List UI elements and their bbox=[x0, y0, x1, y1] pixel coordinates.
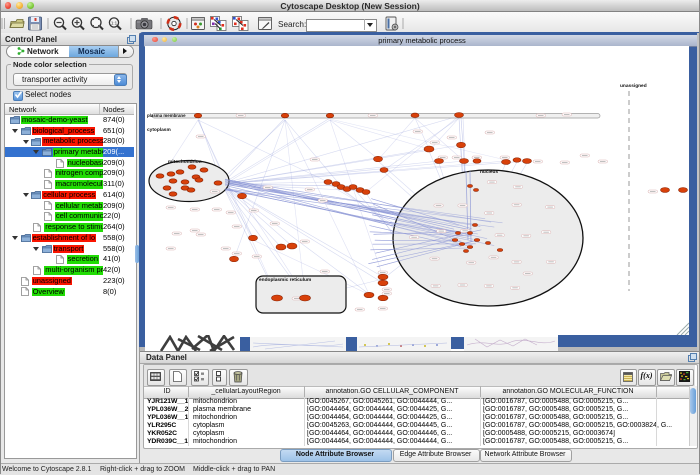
svg-text:unassigned: unassigned bbox=[620, 83, 647, 89]
svg-text:mitochondrion: mitochondrion bbox=[168, 159, 202, 165]
svg-text:plasma membrane: plasma membrane bbox=[147, 113, 186, 118]
svg-text:1:1: 1:1 bbox=[111, 21, 118, 26]
svg-text:endoplasmic reticulum: endoplasmic reticulum bbox=[259, 277, 311, 283]
svg-text:cytoplasm: cytoplasm bbox=[147, 127, 171, 133]
svg-text:nucleus: nucleus bbox=[480, 169, 498, 175]
